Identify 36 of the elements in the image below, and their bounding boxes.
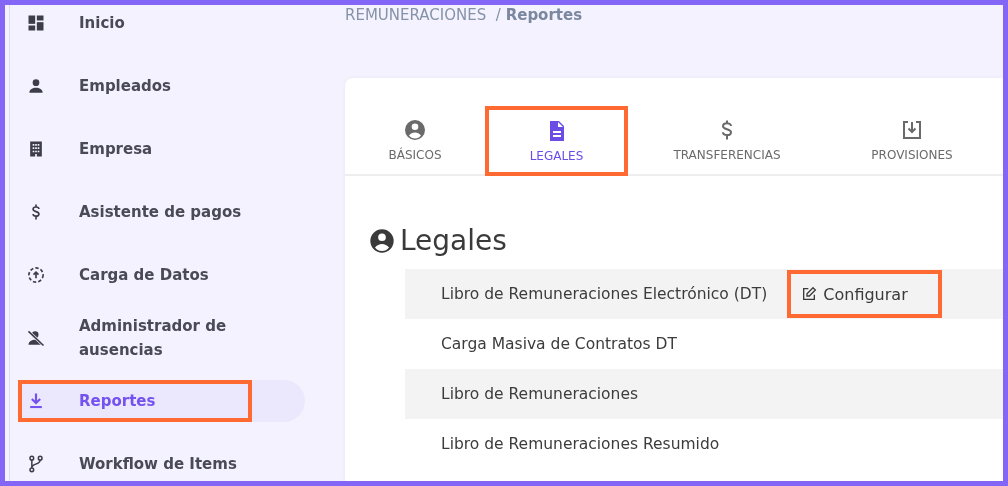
tab[interactable]: BÁSICOS: [345, 106, 485, 176]
configure-button[interactable]: Configurar: [791, 280, 918, 308]
report-row[interactable]: Libro de Remuneraciones: [405, 369, 1003, 419]
tab[interactable]: LEGALES: [485, 106, 628, 176]
person-off-icon: [26, 327, 46, 348]
branch-icon: [26, 453, 46, 474]
tab[interactable]: PROVISIONES: [826, 106, 998, 176]
sidebar-item[interactable]: Administrador de ausencias: [18, 316, 305, 359]
breadcrumb: REMUNERACIONES / Reportes: [345, 6, 584, 26]
section-title: Legales: [400, 224, 507, 257]
sidebar-label: Administrador de ausencias: [79, 315, 228, 361]
sidebar-item[interactable]: Carga de Datos: [18, 253, 305, 296]
tab[interactable]: TRANSFERENCIAS: [628, 106, 826, 176]
report-row[interactable]: Libro de Remuneraciones Resumido: [405, 419, 1003, 469]
report-name: Carga Masiva de Contratos DT: [441, 335, 677, 353]
sidebar-item[interactable]: Empleados: [18, 64, 305, 107]
sidebar-label: Reportes: [79, 390, 156, 412]
download-box-icon: [900, 118, 924, 142]
sidebar-item[interactable]: Asistente de pagos: [18, 190, 305, 233]
sidebar-label: Empresa: [79, 138, 153, 160]
sidebar-label: Carga de Datos: [79, 264, 209, 286]
sidebar-item[interactable]: Empresa: [18, 127, 305, 170]
sidebar-label: Inicio: [79, 12, 125, 34]
report-row[interactable]: Carga Masiva de Contratos DT: [405, 319, 1003, 369]
report-name: Libro de Remuneraciones Resumido: [441, 435, 720, 453]
upload-circle-icon: [26, 264, 46, 285]
sidebar-label: Workflow de Items: [79, 453, 237, 475]
sidebar-item[interactable]: Workflow de Items: [18, 442, 305, 481]
sidebar-label: Empleados: [79, 75, 172, 97]
report-row[interactable]: Libro de Remuneraciones Electrónico (DT) Configurar: [405, 269, 1003, 319]
sidebar-item[interactable]: Reportes: [18, 379, 305, 422]
report-name: Libro de Remuneraciones: [441, 385, 639, 403]
edit-icon: [801, 286, 818, 302]
report-name: Libro de Remuneraciones Electrónico (DT): [441, 285, 768, 303]
sidebar-label: Asistente de pagos: [79, 201, 242, 223]
sidebar-item[interactable]: Inicio: [18, 5, 305, 44]
